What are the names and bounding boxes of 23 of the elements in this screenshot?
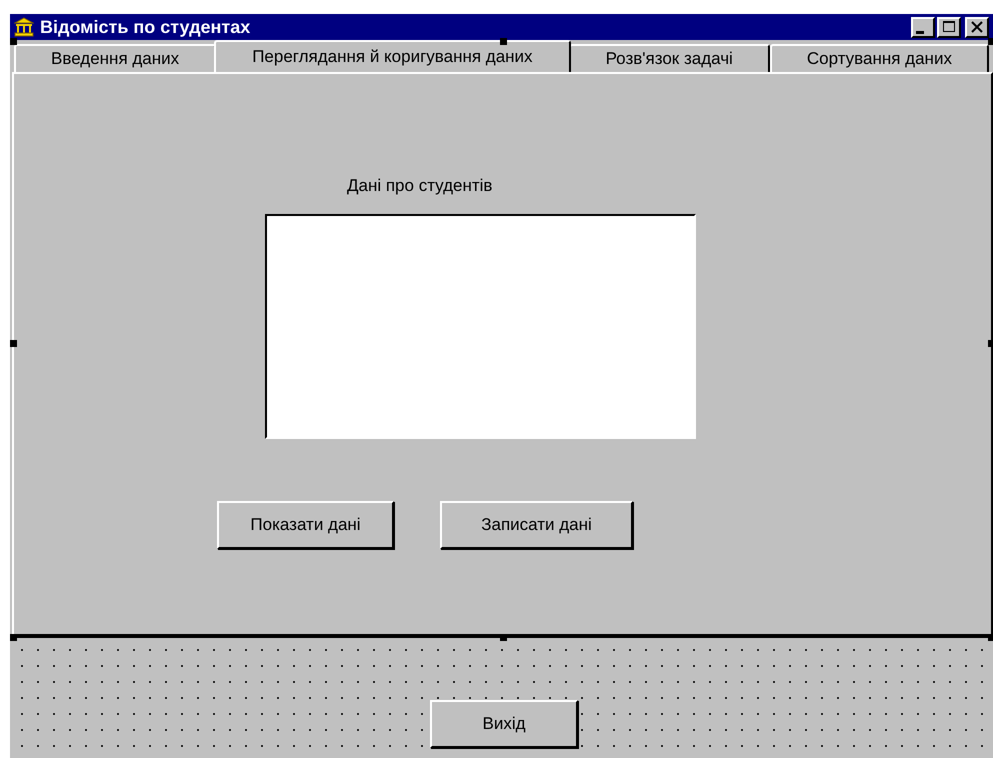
selection-handle[interactable] — [10, 340, 17, 347]
maximize-button[interactable] — [937, 16, 961, 38]
action-button[interactable]: Показати дані — [217, 501, 394, 549]
minimize-icon — [916, 30, 924, 34]
tab[interactable]: Переглядання й коригування даних — [214, 40, 571, 72]
selection-handle[interactable] — [500, 38, 507, 45]
action-button[interactable]: Записати дані — [440, 501, 633, 549]
selection-handle[interactable] — [10, 38, 17, 45]
close-button[interactable] — [965, 16, 989, 38]
tab[interactable]: Введення даних — [14, 44, 216, 72]
building-icon — [14, 17, 34, 37]
maximize-icon — [942, 20, 956, 34]
window-title: Відомість по студентах — [40, 16, 250, 38]
minimize-button[interactable] — [911, 16, 935, 38]
selection-handle[interactable] — [10, 634, 17, 641]
text-area[interactable] — [265, 214, 696, 439]
tab[interactable]: Сортування даних — [770, 44, 989, 72]
selection-handle[interactable] — [988, 38, 993, 45]
close-icon — [970, 20, 984, 34]
selection-handle[interactable] — [988, 340, 993, 347]
memo-label: Дані про студентів — [347, 176, 492, 196]
tab[interactable]: Розв'язок задачі — [568, 44, 770, 72]
exit-button[interactable]: Вихід — [430, 700, 578, 748]
